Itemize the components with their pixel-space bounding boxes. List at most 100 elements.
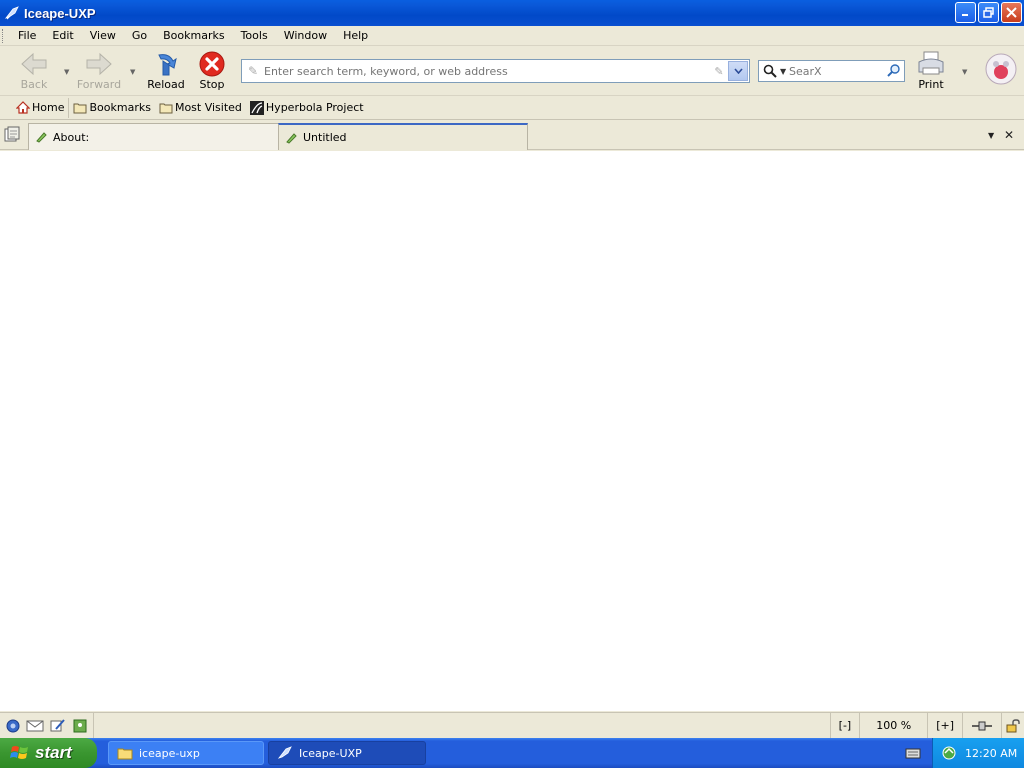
bookmark-most-visited[interactable]: Most Visited (155, 98, 246, 118)
new-tab-icon (4, 126, 20, 142)
menu-bookmarks[interactable]: Bookmarks (155, 29, 232, 42)
search-engine-selector[interactable]: ▼ (759, 64, 789, 78)
taskbar-item-label: Iceape-UXP (299, 746, 362, 760)
bookmark-home[interactable]: Home (12, 97, 70, 118)
search-engine-icon (763, 64, 777, 78)
stop-label: Stop (199, 78, 225, 91)
tab-untitled[interactable]: Untitled (278, 123, 528, 150)
status-bar: [-] 100 % [+] (0, 712, 1024, 738)
bookmark-pin-icon[interactable]: ✎ (710, 65, 728, 78)
network-tray-icon[interactable] (941, 745, 957, 761)
taskbar-item-label: iceape-uxp (139, 746, 200, 760)
bookmark-hyperbola-project[interactable]: Hyperbola Project (246, 98, 368, 118)
restore-icon (983, 7, 994, 18)
search-input[interactable]: SearX (789, 65, 884, 78)
bookmark-bookmarks-menu[interactable]: Bookmarks (69, 98, 154, 118)
stop-icon (199, 51, 225, 77)
search-go-button[interactable] (884, 63, 904, 80)
composer-icon[interactable] (50, 718, 66, 733)
restore-button[interactable] (978, 2, 999, 23)
online-status[interactable] (962, 713, 1001, 738)
keyboard-icon[interactable] (905, 746, 921, 760)
reload-icon (158, 54, 177, 76)
app-icon (277, 746, 292, 759)
forward-label: Forward (76, 78, 122, 91)
network-plug-icon (972, 721, 992, 730)
chevron-down-icon (733, 68, 743, 74)
bookmark-bookmarks-label: Bookmarks (89, 101, 151, 114)
throbber-logo[interactable] (984, 52, 1018, 89)
window-title: Iceape-UXP (24, 5, 96, 21)
stop-button[interactable]: Stop (190, 50, 234, 91)
page-pin-icon (286, 132, 297, 144)
search-bar[interactable]: ▼ SearX (758, 60, 905, 82)
system-tray: 12:20 AM (932, 738, 1024, 768)
engine-dropdown-icon: ▼ (780, 66, 787, 76)
site-identity-icon[interactable]: ✎ (242, 64, 264, 78)
tab-list-dropdown-icon[interactable]: ▼ (988, 131, 994, 140)
clock[interactable]: 12:20 AM (965, 747, 1017, 760)
reload-label: Reload (147, 78, 185, 91)
address-book-icon[interactable] (72, 719, 88, 733)
minimize-button[interactable] (955, 2, 976, 23)
print-dropdown-icon[interactable]: ▼ (962, 68, 967, 76)
tab-about[interactable]: About: (28, 123, 279, 150)
printer-icon (918, 51, 944, 75)
menu-view[interactable]: View (82, 29, 124, 42)
taskbar-item-iceape-folder[interactable]: iceape-uxp (108, 741, 264, 765)
url-history-dropdown-button[interactable] (728, 61, 748, 81)
close-button[interactable] (1001, 2, 1022, 23)
start-button[interactable]: start (0, 738, 97, 768)
back-label: Back (20, 78, 48, 91)
minimize-icon (962, 14, 968, 16)
zoom-out-button[interactable]: [-] (829, 713, 860, 738)
menu-help[interactable]: Help (335, 29, 376, 42)
tab-about-label: About: (53, 130, 90, 144)
title-bar[interactable]: Iceape-UXP (0, 0, 1024, 26)
new-tab-button[interactable] (4, 126, 20, 145)
back-button[interactable]: Back (12, 50, 56, 91)
bookmarks-toolbar: Home Bookmarks Most Visited Hyperbola Pr… (0, 96, 1024, 120)
back-dropdown-icon[interactable]: ▼ (64, 68, 69, 76)
forward-dropdown-icon[interactable]: ▼ (130, 68, 135, 76)
reload-button[interactable]: Reload (144, 50, 188, 91)
url-input[interactable] (264, 61, 710, 81)
print-button[interactable]: Print (909, 50, 953, 91)
magnifier-icon (887, 63, 900, 77)
page-pin-icon (36, 132, 47, 143)
menu-tools[interactable]: Tools (233, 29, 276, 42)
forward-button[interactable]: Forward (77, 50, 121, 91)
navigator-icon[interactable] (6, 719, 20, 733)
tab-bar: About: Untitled ▼ ✕ (0, 120, 1024, 150)
back-arrow-icon (21, 52, 47, 76)
menu-window[interactable]: Window (276, 29, 335, 42)
menu-go[interactable]: Go (124, 29, 155, 42)
zoom-in-button[interactable]: [+] (927, 713, 962, 738)
app-icon (4, 6, 19, 20)
menu-file[interactable]: File (10, 29, 44, 42)
forward-arrow-icon (86, 52, 112, 76)
toolbar-grip[interactable] (2, 29, 5, 43)
menu-bar: File Edit View Go Bookmarks Tools Window… (0, 26, 1024, 46)
security-status[interactable] (1001, 713, 1024, 738)
print-label: Print (918, 78, 944, 91)
unlocked-padlock-icon (1006, 718, 1020, 732)
home-icon (16, 101, 30, 114)
url-bar[interactable]: ✎ ✎ (241, 59, 750, 83)
start-label: start (35, 743, 72, 762)
bookmark-home-label: Home (32, 101, 65, 114)
bookmark-hyperbola-label: Hyperbola Project (265, 101, 364, 114)
close-tab-icon[interactable]: ✕ (1004, 128, 1014, 142)
bookmark-most-visited-label: Most Visited (174, 101, 242, 114)
mail-icon[interactable] (26, 719, 44, 733)
taskbar: start iceape-uxp Iceape-UXP 12:20 AM (0, 738, 1024, 768)
page-content[interactable] (0, 151, 1024, 711)
zoom-level: 100 % (859, 713, 927, 738)
menu-edit[interactable]: Edit (44, 29, 81, 42)
taskbar-item-iceape-window[interactable]: Iceape-UXP (268, 741, 426, 765)
iceape-logo-icon (985, 53, 1017, 85)
hyperbola-icon (249, 100, 264, 115)
folder-icon (73, 103, 87, 113)
folder-icon (159, 103, 173, 113)
tab-untitled-label: Untitled (303, 131, 347, 144)
